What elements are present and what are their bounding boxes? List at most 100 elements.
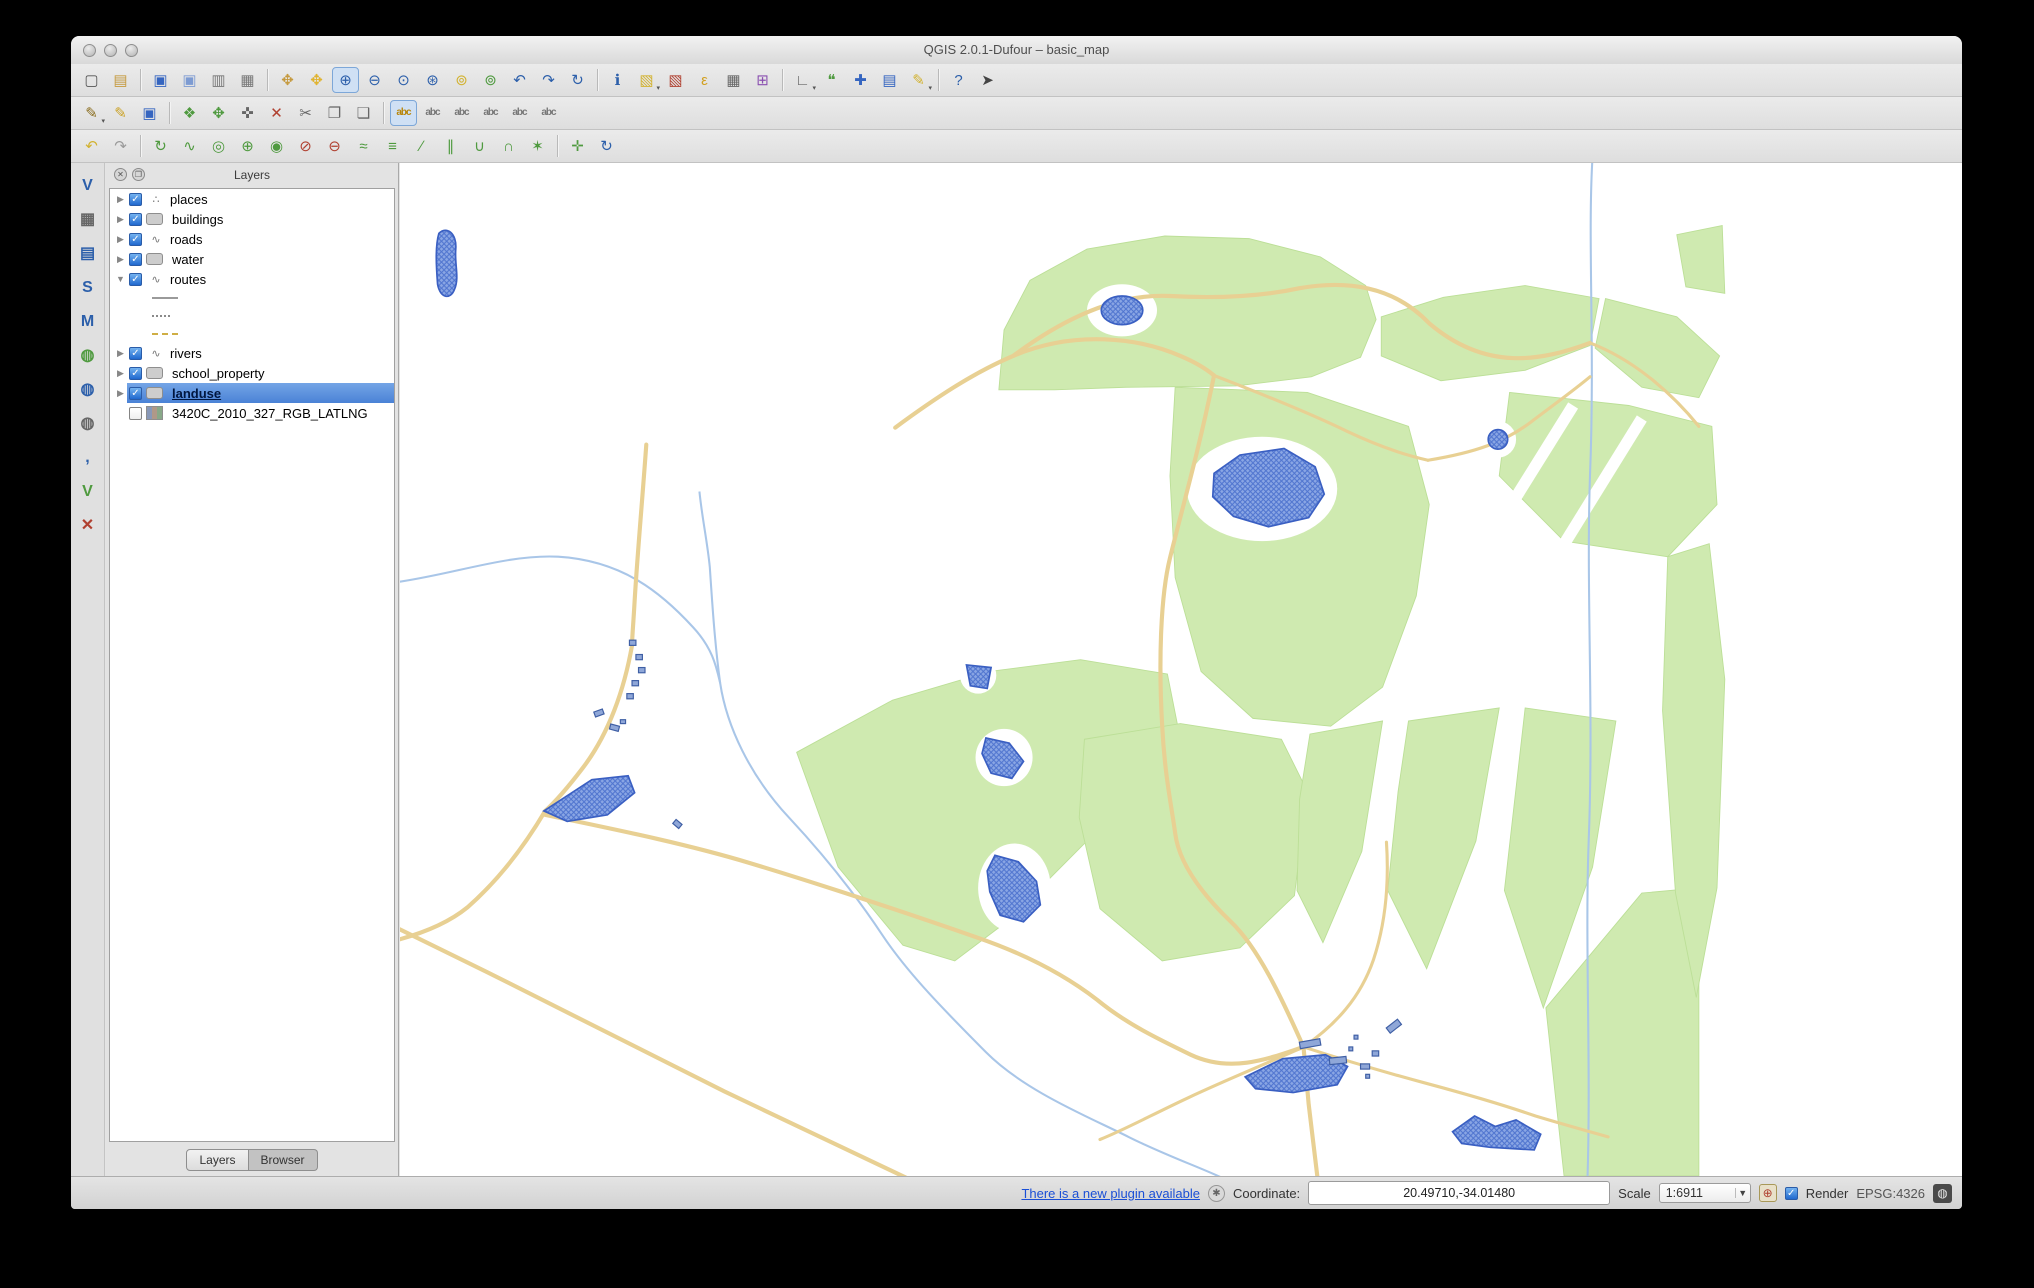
zoom-full-button[interactable]: ⊛ <box>419 67 446 93</box>
open-project-button[interactable]: ▤ <box>107 67 134 93</box>
expander-icon[interactable]: ▶ <box>114 234 127 245</box>
coordinate-input[interactable] <box>1308 1181 1611 1205</box>
label-move-button[interactable]: abc <box>419 100 446 126</box>
split-parts-button[interactable]: ∥ <box>437 133 464 159</box>
zoom-to-selection-button[interactable]: ⊚ <box>448 67 475 93</box>
layer-row-routes[interactable]: ▼ ✓ ∿ routes <box>110 269 394 289</box>
layer-row-places[interactable]: ▶ ✓ ∴ places <box>110 189 394 209</box>
save-project-button[interactable]: ▣ <box>147 67 174 93</box>
symbology-row[interactable] <box>110 289 394 307</box>
split-features-button[interactable]: ∕ <box>408 133 435 159</box>
reshape-features-button[interactable]: ≈ <box>350 133 377 159</box>
layer-visibility-checkbox[interactable]: ✓ <box>129 212 142 226</box>
new-plugin-link[interactable]: There is a new plugin available <box>1021 1186 1200 1201</box>
layer-row-body[interactable]: ✓ buildings <box>127 209 394 229</box>
delete-part-button[interactable]: ⊖ <box>321 133 348 159</box>
expander-icon[interactable]: ▶ <box>114 368 127 379</box>
new-shapefile-layer-button[interactable]: V <box>74 478 102 506</box>
layer-row-body[interactable]: ✓ ∿ rivers <box>127 343 394 363</box>
refresh-map-button[interactable]: ↻ <box>564 67 591 93</box>
copy-features-button[interactable]: ❐ <box>321 100 348 126</box>
move-feature-button[interactable]: ✥ <box>205 100 232 126</box>
expander-icon[interactable]: ▶ <box>114 388 127 399</box>
add-feature-button[interactable]: ❖ <box>176 100 203 126</box>
layer-visibility-checkbox[interactable]: ✓ <box>129 346 142 360</box>
label-pin-button[interactable]: abc <box>477 100 504 126</box>
deselect-features-button[interactable]: ▧ <box>662 67 689 93</box>
title-bar[interactable]: QGIS 2.0.1-Dufour – basic_map <box>71 36 1962 65</box>
layer-row-body[interactable]: ✓ landuse <box>127 383 394 403</box>
add-ring-button[interactable]: ◎ <box>205 133 232 159</box>
simplify-feature-button[interactable]: ∿ <box>176 133 203 159</box>
undo-button[interactable]: ↶ <box>78 133 105 159</box>
offset-curve-button[interactable]: ≡ <box>379 133 406 159</box>
crs-status-icon[interactable]: ◍ <box>1933 1183 1952 1203</box>
rotate-feature-button[interactable]: ↻ <box>147 133 174 159</box>
add-wfs-layer-button[interactable]: ◍ <box>74 410 102 438</box>
expander-icon[interactable]: ▼ <box>114 274 127 284</box>
layer-visibility-checkbox[interactable]: ✓ <box>129 192 142 206</box>
text-annotation-button[interactable]: ✎ ▾ <box>905 67 932 93</box>
identify-features-button[interactable]: ℹ <box>604 67 631 93</box>
select-by-expression-button[interactable]: ε <box>691 67 718 93</box>
layer-row-buildings[interactable]: ▶ ✓ buildings <box>110 209 394 229</box>
cut-features-button[interactable]: ✂ <box>292 100 319 126</box>
measure-button[interactable]: ∟ ▾ <box>789 67 816 93</box>
pan-to-selection-button[interactable]: ✥ <box>303 67 330 93</box>
fill-ring-button[interactable]: ◉ <box>263 133 290 159</box>
tab-browser[interactable]: Browser <box>248 1149 318 1171</box>
zoom-last-button[interactable]: ↶ <box>506 67 533 93</box>
offset-point-symbols-button[interactable]: ✛ <box>564 133 591 159</box>
tab-layers[interactable]: Layers <box>186 1149 249 1171</box>
layer-visibility-checkbox[interactable]: ✓ <box>129 252 142 266</box>
layer-row-water[interactable]: ▶ ✓ water <box>110 249 394 269</box>
layer-row-body[interactable]: ✓ school_property <box>127 363 394 383</box>
add-mssql-layer-button[interactable]: M <box>74 308 102 336</box>
zoom-next-button[interactable]: ↷ <box>535 67 562 93</box>
layer-row-rivers[interactable]: ▶ ✓ ∿ rivers <box>110 343 394 363</box>
redo-button[interactable]: ↷ <box>107 133 134 159</box>
delete-ring-button[interactable]: ⊘ <box>292 133 319 159</box>
layer-visibility-checkbox[interactable] <box>129 406 142 420</box>
layer-row-body[interactable]: 3420C_2010_327_RGB_LATLNG <box>127 403 394 423</box>
refresh-edits-button[interactable]: ↻ <box>593 133 620 159</box>
merge-attributes-button[interactable]: ∩ <box>495 133 522 159</box>
label-rotate-button[interactable]: abc <box>448 100 475 126</box>
toggle-editing-button[interactable]: ✎ <box>107 100 134 126</box>
show-bookmarks-button[interactable]: ▤ <box>876 67 903 93</box>
paste-features-button[interactable]: ❏ <box>350 100 377 126</box>
remove-layer-button[interactable]: ✕ <box>74 512 102 540</box>
layer-row-body[interactable]: ✓ ∿ routes <box>127 269 394 289</box>
layer-row-3420C_2010_327_RGB_LATLNG[interactable]: 3420C_2010_327_RGB_LATLNG <box>110 403 394 423</box>
composer-manager-button[interactable]: ▦ <box>234 67 261 93</box>
scale-combo[interactable]: 1:6911 ▼ <box>1658 1183 1751 1203</box>
select-features-button[interactable]: ▧ ▾ <box>633 67 660 93</box>
scale-magnifier-icon[interactable]: ⊕ <box>1758 1184 1777 1202</box>
new-project-button[interactable]: ▢ <box>78 67 105 93</box>
expander-icon[interactable]: ▶ <box>114 254 127 265</box>
expander-icon[interactable]: ▶ <box>114 194 127 205</box>
merge-features-button[interactable]: ∪ <box>466 133 493 159</box>
expander-icon[interactable]: ▶ <box>114 348 127 359</box>
symbology-row[interactable] <box>110 307 394 325</box>
add-wcs-layer-button[interactable]: ◍ <box>74 376 102 404</box>
add-raster-layer-button[interactable]: ▦ <box>74 206 102 234</box>
plugin-icon[interactable]: ✱ <box>1207 1184 1225 1202</box>
map-tips-button[interactable]: ❝ <box>818 67 845 93</box>
field-calculator-button[interactable]: ⊞ <box>749 67 776 93</box>
new-composer-button[interactable]: ▥ <box>205 67 232 93</box>
layer-visibility-checkbox[interactable]: ✓ <box>129 386 142 400</box>
layer-visibility-checkbox[interactable]: ✓ <box>129 366 142 380</box>
delete-selected-button[interactable]: ✕ <box>263 100 290 126</box>
add-postgis-layer-button[interactable]: ▤ <box>74 240 102 268</box>
add-wms-layer-button[interactable]: ◍ <box>74 342 102 370</box>
add-vector-layer-button[interactable]: V <box>74 172 102 200</box>
save-layer-edits-button[interactable]: ▣ <box>136 100 163 126</box>
zoom-to-layer-button[interactable]: ⊚ <box>477 67 504 93</box>
expander-icon[interactable]: ▶ <box>114 214 127 225</box>
layer-visibility-checkbox[interactable]: ✓ <box>129 272 142 286</box>
help-contents-button[interactable]: ? <box>945 67 972 93</box>
whats-this-button[interactable]: ➤ <box>974 67 1001 93</box>
current-edits-button[interactable]: ✎ ▾ <box>78 100 105 126</box>
layer-row-landuse[interactable]: ▶ ✓ landuse <box>110 383 394 403</box>
